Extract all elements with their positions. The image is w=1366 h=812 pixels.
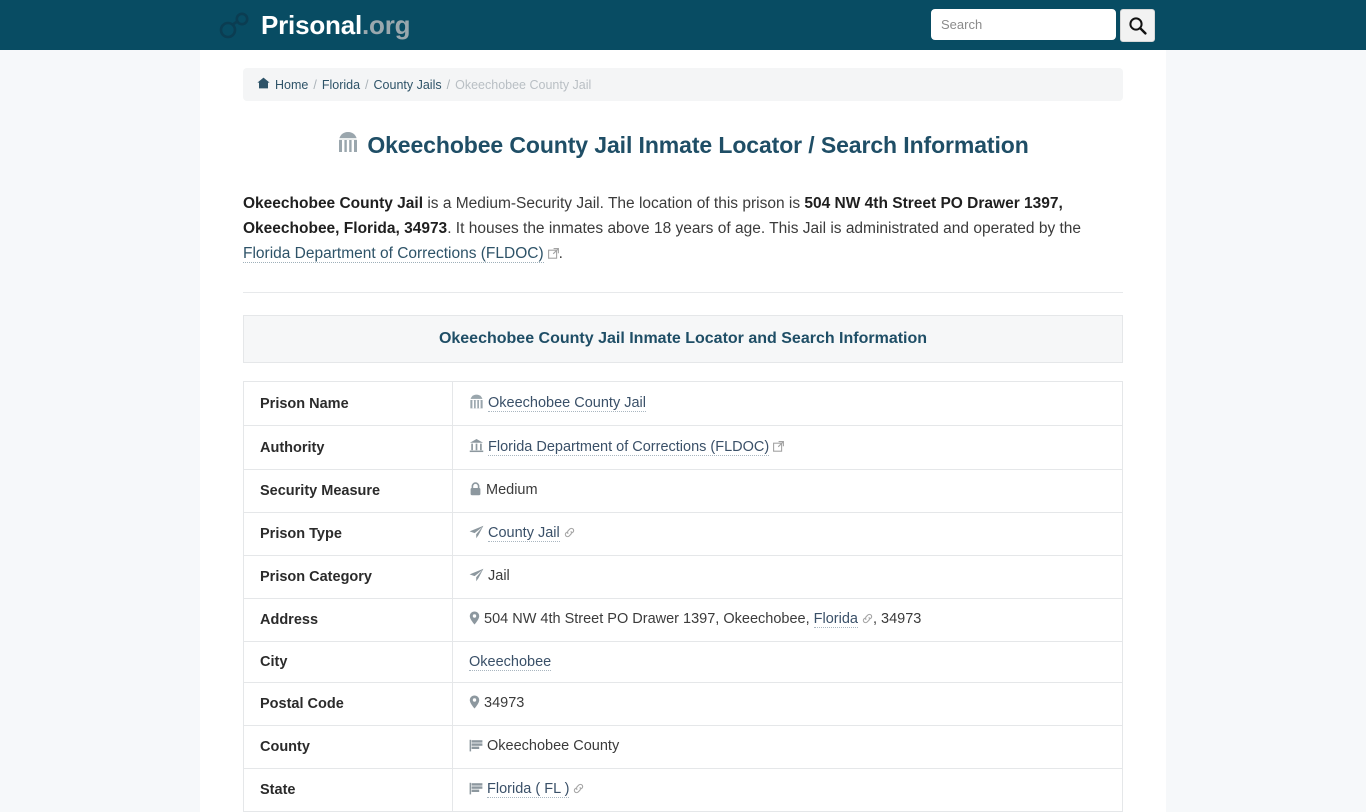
page-title: Okeechobee County Jail Inmate Locator / … xyxy=(243,131,1123,159)
address-state-link[interactable]: Florida xyxy=(813,611,858,629)
link-icon xyxy=(573,782,584,798)
intro-text-3: . xyxy=(558,245,563,263)
row-label: Prison Type xyxy=(243,512,453,557)
breadcrumb-separator: / xyxy=(446,77,451,92)
row-value: Florida Department of Corrections (FLDOC… xyxy=(452,425,1123,471)
breadcrumb-item-home[interactable]: Home xyxy=(275,78,308,92)
breadcrumb-separator: / xyxy=(313,77,317,92)
page-title-text: Okeechobee County Jail Inmate Locator / … xyxy=(367,131,1029,158)
paper-plane-icon xyxy=(469,568,484,586)
landmark-jail-icon xyxy=(469,394,484,413)
row-label: City xyxy=(243,641,453,684)
bank-icon xyxy=(469,438,484,457)
search-button[interactable] xyxy=(1120,9,1155,42)
external-link-icon xyxy=(773,440,785,456)
row-label: State xyxy=(243,768,453,812)
row-value: Florida ( FL ) xyxy=(452,768,1123,812)
row-value: Jail xyxy=(452,555,1123,600)
intro-bold-prison: Okeechobee County Jail xyxy=(243,195,424,212)
breadcrumb-item-current: Okeechobee County Jail xyxy=(455,77,592,92)
address-text: 504 NW 4th Street PO Drawer 1397, Okeech… xyxy=(484,611,814,628)
table-row: Security Measure Medium xyxy=(243,469,1123,514)
table-row: Postal Code 34973 xyxy=(243,682,1123,727)
breadcrumb-item-county-jails[interactable]: County Jails xyxy=(374,78,442,92)
address-tail: , 34973 xyxy=(872,611,922,628)
row-value: County Jail xyxy=(452,512,1123,557)
row-label: Security Measure xyxy=(243,469,453,514)
row-value: Medium xyxy=(452,469,1123,514)
brand-tld: .org xyxy=(362,10,411,40)
prison-info-table: Prison Name Okeechobee County Jail Autho… xyxy=(243,381,1123,812)
row-value: Okeechobee xyxy=(452,641,1123,684)
site-logo[interactable]: Prisonal.org xyxy=(218,10,411,40)
intro-paragraph: Okeechobee County Jail is a Medium-Secur… xyxy=(243,191,1123,267)
site-header: Prisonal.org xyxy=(0,0,1366,50)
external-link-icon xyxy=(547,242,559,267)
intro-text-2: . It houses the inmates above 18 years o… xyxy=(447,220,1082,238)
row-value: 34973 xyxy=(452,682,1123,727)
content-container: Home / Florida / County Jails / Okeechob… xyxy=(200,50,1166,812)
table-row: Authority Florida Department of Correcti… xyxy=(243,425,1123,471)
table-caption: Okeechobee County Jail Inmate Locator an… xyxy=(243,315,1123,364)
brand-name: Prisonal xyxy=(261,10,362,40)
city-link[interactable]: Okeechobee xyxy=(469,654,552,672)
search-area xyxy=(931,9,1155,42)
flag-icon xyxy=(469,782,483,799)
row-label: Prison Name xyxy=(243,381,453,427)
flag-icon xyxy=(469,739,483,756)
row-value: Okeechobee County Jail xyxy=(452,381,1123,427)
table-row: County Okeechobee County xyxy=(243,725,1123,770)
fldoc-link[interactable]: Florida Department of Corrections (FLDOC… xyxy=(243,245,544,264)
state-link[interactable]: Florida ( FL ) xyxy=(487,781,570,799)
row-value: 504 NW 4th Street PO Drawer 1397, Okeech… xyxy=(452,598,1123,643)
table-row: Prison Type County Jail xyxy=(243,512,1123,557)
security-measure-value: Medium xyxy=(486,482,538,499)
lock-icon xyxy=(469,482,482,500)
handcuffs-icon xyxy=(218,10,252,40)
link-icon xyxy=(564,526,575,542)
table-row: Prison Category Jail xyxy=(243,555,1123,600)
section-divider xyxy=(243,292,1123,294)
row-label: Postal Code xyxy=(243,682,453,727)
map-pin-icon xyxy=(469,611,480,629)
row-label: Address xyxy=(243,598,453,643)
county-value: Okeechobee County xyxy=(487,738,620,755)
breadcrumb: Home / Florida / County Jails / Okeechob… xyxy=(243,68,1123,101)
prison-type-link[interactable]: County Jail xyxy=(488,525,560,543)
search-input[interactable] xyxy=(931,9,1116,40)
postal-code-value: 34973 xyxy=(484,695,525,712)
table-row: State Florida ( FL ) xyxy=(243,768,1123,812)
paper-plane-icon xyxy=(469,525,484,543)
home-icon xyxy=(257,77,270,92)
row-label: Prison Category xyxy=(243,555,453,600)
authority-link[interactable]: Florida Department of Corrections (FLDOC… xyxy=(488,439,770,457)
table-row: Address 504 NW 4th Street PO Drawer 1397… xyxy=(243,598,1123,643)
intro-text-1: is a Medium-Security Jail. The location … xyxy=(423,195,805,212)
row-value: Okeechobee County xyxy=(452,725,1123,770)
brand-text: Prisonal.org xyxy=(261,10,411,40)
search-icon xyxy=(1128,16,1147,35)
table-row: City Okeechobee xyxy=(243,641,1123,684)
table-row: Prison Name Okeechobee County Jail xyxy=(243,381,1123,427)
map-pin-icon xyxy=(469,695,480,713)
row-label: County xyxy=(243,725,453,770)
row-label: Authority xyxy=(243,425,453,471)
prison-category-value: Jail xyxy=(488,568,510,585)
breadcrumb-separator: / xyxy=(365,77,369,92)
landmark-jail-icon xyxy=(337,131,359,159)
breadcrumb-item-florida[interactable]: Florida xyxy=(322,78,360,92)
prison-name-link[interactable]: Okeechobee County Jail xyxy=(488,395,646,413)
link-icon xyxy=(862,612,873,628)
